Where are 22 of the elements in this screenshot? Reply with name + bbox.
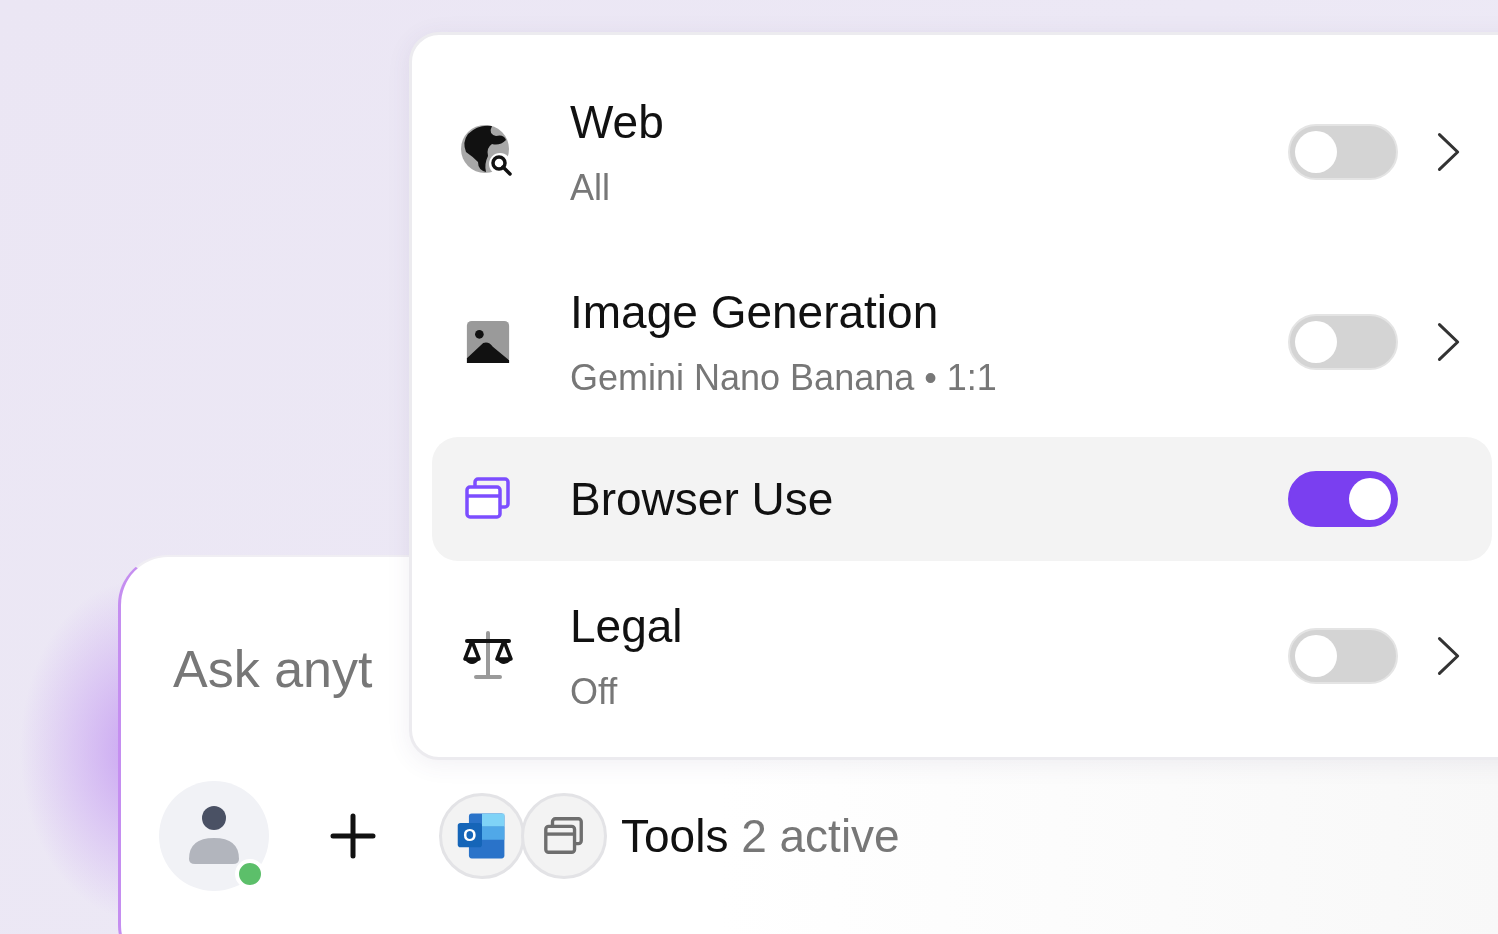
item-title: Browser Use xyxy=(570,472,835,526)
item-subtitle: All xyxy=(570,167,611,209)
avatar-icon[interactable] xyxy=(159,781,269,891)
item-title: Image Generation xyxy=(570,285,940,339)
menu-item[interactable]: Browser Use xyxy=(432,437,1492,561)
item-title: Legal xyxy=(570,599,684,653)
menu-item[interactable]: Legal Off xyxy=(432,561,1492,751)
item-subtitle: Gemini Nano Banana • 1:1 xyxy=(570,357,998,399)
menu-item[interactable]: Image Generation Gemini Nano Banana • 1:1 xyxy=(432,247,1492,437)
item-subtitle: Off xyxy=(570,671,619,713)
chevron-icon[interactable] xyxy=(1436,635,1462,677)
menu-item[interactable]: Web All xyxy=(432,57,1492,247)
mail-app-icon[interactable]: O xyxy=(439,793,525,879)
tools-button[interactable]: Tools 2 active xyxy=(621,809,900,863)
item-title: Web xyxy=(570,95,665,149)
toggle-switch[interactable] xyxy=(1288,471,1398,527)
chevron-icon[interactable] xyxy=(1436,131,1462,173)
image-icon xyxy=(464,318,512,366)
chevron-icon[interactable] xyxy=(1436,321,1462,363)
add-button[interactable] xyxy=(329,812,377,860)
input-field[interactable]: Ask anyt xyxy=(159,639,433,699)
active-count: 2 active xyxy=(741,810,900,862)
